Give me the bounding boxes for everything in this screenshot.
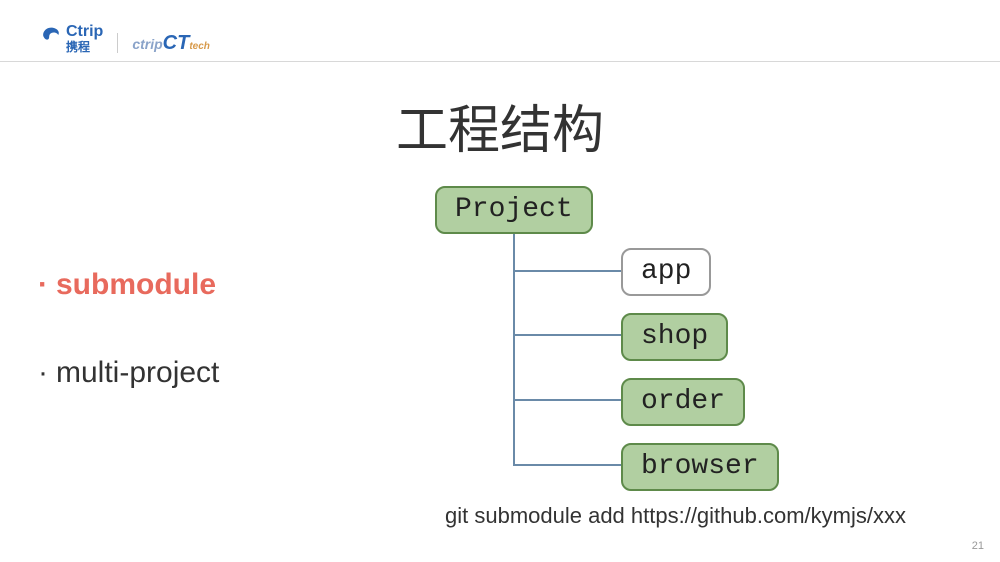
bullet-submodule: ·submodule: [38, 268, 219, 302]
page-number: 21: [972, 540, 984, 552]
git-command-text: git submodule add https://github.com/kym…: [445, 503, 906, 529]
tree-node-order: order: [621, 378, 745, 426]
tree-node-shop: shop: [621, 313, 728, 361]
tree-node-browser: browser: [621, 443, 779, 491]
bullet-dot-icon: ·: [38, 268, 48, 301]
tree-connector-h4: [513, 464, 621, 466]
bullet-multi-project: ·multi-project: [38, 356, 219, 390]
tree-connector-h1: [513, 270, 621, 272]
logo2-part-a: ctrip: [132, 36, 162, 52]
bullet-list: ·submodule ·multi-project: [38, 268, 219, 444]
logo2-part-b: CT: [163, 32, 190, 54]
slide-header: Ctrip 携程 ctripCTtech: [0, 0, 1000, 62]
tree-connector-h2: [513, 334, 621, 336]
tree-node-project: Project: [435, 186, 593, 234]
bullet-dot-icon: ·: [38, 356, 48, 389]
project-tree-diagram: Project app shop order browser: [435, 186, 835, 486]
tree-node-app: app: [621, 248, 711, 296]
dolphin-icon: [40, 24, 62, 52]
bullet-text: multi-project: [56, 356, 219, 389]
logo2-part-c: tech: [189, 41, 210, 52]
ctrip-logo: Ctrip 携程: [40, 23, 103, 53]
logo-text-en: Ctrip: [66, 23, 103, 40]
tree-connector-h3: [513, 399, 621, 401]
slide-title: 工程结构: [0, 88, 1000, 163]
bullet-text: submodule: [56, 268, 216, 301]
logo-text-cn: 携程: [66, 41, 103, 53]
ctrip-tech-logo: ctripCTtech: [117, 33, 210, 53]
tree-connector-vertical: [513, 228, 515, 464]
